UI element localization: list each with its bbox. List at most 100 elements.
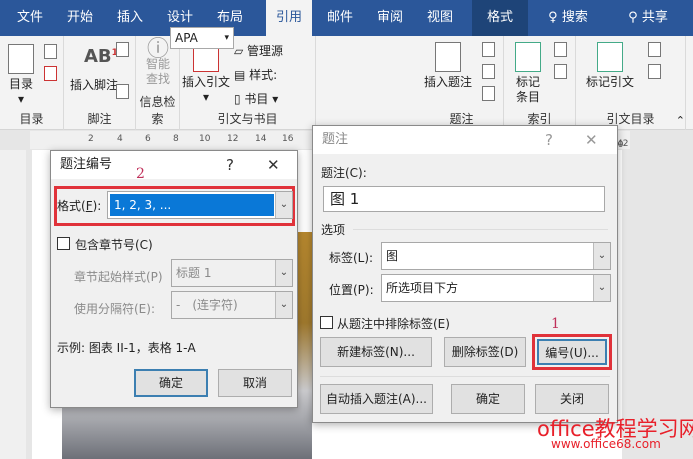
group-index: 标记 条目 索引 — [504, 36, 576, 130]
mark-entry-button[interactable]: 标记 条目 — [510, 42, 546, 105]
insert-index-icon[interactable] — [554, 42, 567, 57]
tab-references[interactable]: 引用 — [266, 0, 312, 36]
group-toa: 标记引文 引文目录 — [576, 36, 686, 130]
ok-button[interactable]: 确定 — [451, 384, 525, 414]
chevron-down-icon: ▾ — [224, 33, 229, 43]
insert-citation-button[interactable]: 插入引文 ▾ — [182, 42, 230, 105]
chevron-down-icon: ⌄ — [593, 243, 610, 269]
insert-footnote-button[interactable]: 插入脚注 — [66, 78, 122, 93]
share-button[interactable]: ⚲ 共享 — [620, 0, 676, 36]
bibliography-button[interactable]: ▯ 书目 ▾ — [234, 90, 278, 107]
divider — [320, 376, 610, 377]
search-button[interactable]: ♀ 搜索 — [538, 0, 598, 36]
group-label: 目录 — [19, 112, 44, 126]
include-chapter-checkbox[interactable] — [57, 237, 70, 250]
update-table-icon[interactable] — [482, 64, 495, 79]
highlight-box — [532, 334, 612, 370]
ruler-tick: 10 — [199, 134, 211, 144]
step-annotation: 2 — [136, 166, 145, 182]
ok-button[interactable]: 确定 — [134, 369, 208, 397]
show-notes-icon[interactable] — [116, 84, 129, 99]
insert-table-of-figures-icon[interactable] — [482, 42, 495, 57]
ruler-tick: 6 — [145, 134, 151, 144]
cross-reference-icon[interactable] — [482, 86, 495, 101]
vertical-ruler[interactable] — [0, 150, 26, 459]
watermark-url: www.office68.com — [551, 437, 661, 451]
options-heading: 选项 — [321, 223, 346, 237]
help-button[interactable]: ? — [226, 151, 234, 179]
toc-icon — [8, 44, 34, 74]
insert-toa-icon[interactable] — [648, 42, 661, 57]
autocaption-button[interactable]: 自动插入题注(A)... — [320, 384, 433, 414]
format-select[interactable]: 1, 2, 3, ... ⌄ — [107, 191, 293, 219]
mark-entry-icon — [515, 42, 541, 72]
mark-citation-icon — [597, 42, 623, 72]
collapse-ribbon-icon[interactable]: ⌃ — [676, 114, 685, 127]
caption-numbering-dialog: 题注编号 ? ✕ 2 格式(F): 1, 2, 3, ... ⌄ 包含章节号(C)… — [50, 150, 298, 408]
group-toc: 目录 ▾ 目录 — [0, 36, 64, 130]
insert-endnote-icon[interactable] — [116, 42, 129, 57]
ruler-tick: 12 — [227, 134, 239, 144]
ribbon-tabs: 文件 开始 插入 设计 布局 引用 邮件 审阅 视图 格式 ♀ 搜索 ⚲ 共享 — [0, 0, 693, 36]
ruler-tick: 16 — [282, 134, 294, 144]
footnote-icon: AB1 — [84, 46, 118, 67]
exclude-label-text: 从题注中排除标签(E) — [337, 317, 450, 331]
toc-button[interactable]: 目录 ▾ — [6, 44, 36, 107]
format-label: 格式(F): — [57, 199, 102, 213]
new-label-button[interactable]: 新建标签(N)... — [320, 337, 432, 367]
help-button[interactable]: ? — [545, 126, 553, 154]
update-table-icon[interactable] — [44, 66, 57, 81]
update-toa-icon[interactable] — [648, 64, 661, 79]
tab-format[interactable]: 格式 — [472, 0, 528, 36]
style-label: ▤ 样式: — [234, 68, 278, 82]
close-dialog-button[interactable]: 关闭 — [535, 384, 609, 414]
tab-home[interactable]: 开始 — [58, 0, 102, 36]
manage-sources-button[interactable]: ▱ 管理源 — [234, 42, 283, 59]
label-select[interactable]: 图 ⌄ — [381, 242, 611, 270]
separator-select[interactable]: - (连字符) ⌄ — [171, 291, 293, 319]
person-icon: ⚲ — [628, 10, 638, 25]
ruler-tick: 8 — [173, 134, 179, 144]
ruler-tick: 4 — [117, 134, 123, 144]
close-button[interactable]: ✕ — [585, 126, 598, 154]
cancel-button[interactable]: 取消 — [218, 369, 292, 397]
group-captions: 插入题注 题注 — [420, 36, 504, 130]
exclude-label-checkbox[interactable] — [320, 316, 333, 329]
include-chapter-label: 包含章节号(C) — [75, 238, 153, 252]
group-label: 脚注 — [87, 112, 112, 126]
update-index-icon[interactable] — [554, 64, 567, 79]
group-research: ⓘ 智能 查找 信息检索 — [136, 36, 180, 130]
step-annotation: 1 — [551, 316, 560, 332]
separator-label: 使用分隔符(E): — [74, 302, 155, 316]
chevron-down-icon: ⌄ — [275, 192, 292, 218]
caption-dialog: 题注 ? ✕ 题注(C): 图 1 选项 标签(L): 图 ⌄ 位置(P): 所选… — [312, 125, 618, 423]
tab-insert[interactable]: 插入 — [108, 0, 152, 36]
group-label: 引文与书目 — [217, 112, 278, 126]
add-text-icon[interactable] — [44, 44, 57, 59]
ruler-tick: 42 — [617, 139, 629, 149]
ribbon: 目录 ▾ 目录 AB1 插入脚注 脚注 ⓘ 智能 查找 信息检索 插入引文 ▾ ▱ 管理… — [0, 27, 693, 130]
ruler-tick: 2 — [88, 134, 94, 144]
tab-mailings[interactable]: 邮件 — [318, 0, 362, 36]
style-select[interactable]: APA ▾ — [170, 27, 234, 49]
chevron-down-icon: ⌄ — [593, 275, 610, 301]
caption-input[interactable]: 图 1 — [323, 186, 605, 212]
delete-label-button[interactable]: 删除标签(D) — [444, 337, 526, 367]
group-citations: 插入引文 ▾ ▱ 管理源 ▤ 样式: APA ▾ ▯ 书目 ▾ 引文与书目 — [170, 27, 316, 130]
chapter-style-label: 章节起始样式(P) — [74, 270, 163, 284]
divider — [353, 229, 608, 230]
group-footnotes: AB1 插入脚注 脚注 — [64, 36, 136, 130]
caption-icon — [435, 42, 461, 72]
label-label: 标签(L): — [329, 251, 374, 265]
ruler-tick: 14 — [255, 134, 267, 144]
close-button[interactable]: ✕ — [267, 151, 280, 179]
tab-file[interactable]: 文件 — [8, 0, 52, 36]
tab-view[interactable]: 视图 — [418, 0, 462, 36]
example-text: 示例: 图表 II-1，表格 1-A — [57, 341, 196, 355]
insert-caption-button[interactable]: 插入题注 — [422, 42, 474, 90]
position-select[interactable]: 所选项目下方 ⌄ — [381, 274, 611, 302]
tab-review[interactable]: 审阅 — [368, 0, 412, 36]
position-label: 位置(P): — [329, 283, 374, 297]
mark-citation-button[interactable]: 标记引文 — [580, 42, 640, 90]
chapter-style-select[interactable]: 标题 1 ⌄ — [171, 259, 293, 287]
